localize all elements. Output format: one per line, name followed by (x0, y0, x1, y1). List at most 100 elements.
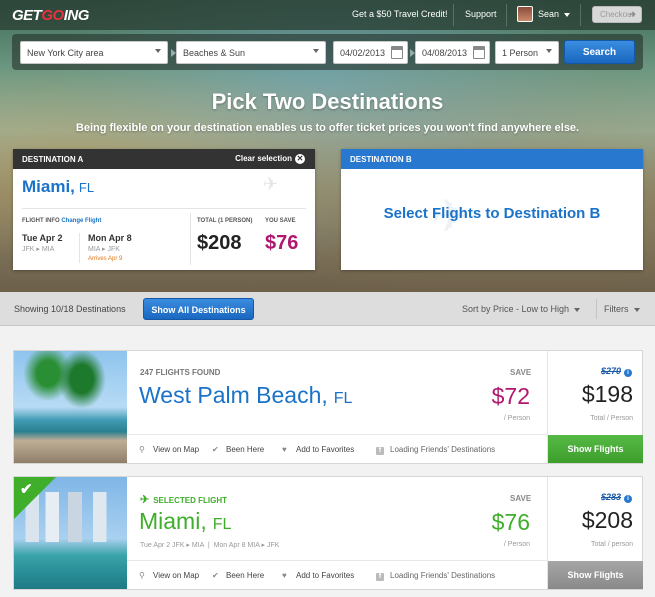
friends-destinations: f Loading Friends' Destinations (376, 445, 495, 455)
info-icon[interactable]: i (624, 495, 632, 503)
you-save-amount: $76 (265, 232, 299, 254)
destination-card: 247 FLIGHTS FOUND West Palm Beach, FL SAV… (13, 350, 643, 464)
facebook-icon: f (376, 573, 384, 581)
passengers-select[interactable]: 1 Person (495, 41, 559, 64)
add-to-favorites-link[interactable]: ♥ Add to Favorites (282, 445, 354, 454)
chevron-down-icon (564, 12, 571, 17)
calendar-icon[interactable] (391, 46, 403, 59)
divider (127, 434, 547, 435)
depart-route: JFK ▸ MIA (172, 542, 204, 549)
destination-city[interactable]: Miami, FL (139, 508, 231, 535)
price-box: $270 i $198 Total / Person Show Flights (547, 351, 643, 463)
divider (596, 299, 597, 319)
total-per-person-label: Total / Person (590, 415, 633, 422)
destination-photo[interactable] (14, 351, 127, 463)
airplane-icon: ✈ (140, 494, 150, 506)
city-name: West Palm Beach, (139, 382, 328, 408)
depart-date-value: 04/02/2013 (340, 48, 386, 58)
flight-info-label: FLIGHT INFO Change Flight (22, 218, 101, 224)
depart-date-field[interactable]: 04/02/2013 (333, 41, 408, 64)
user-name: Sean (538, 9, 560, 19)
arrow-right-icon: ➜ (628, 9, 636, 19)
state-name: FL (78, 180, 95, 195)
destination-b-panel[interactable]: DESTINATION B ✈ Select Flights to Destin… (341, 149, 643, 270)
arrival-note: Arrives Apr 9 (88, 256, 123, 262)
destination-city[interactable]: West Palm Beach, FL (139, 382, 352, 409)
view-on-map-link[interactable]: ⚲ View on Map (139, 445, 199, 454)
depart-day: Tue Apr 2 (140, 542, 171, 549)
calendar-icon[interactable] (473, 46, 485, 59)
close-icon: ✕ (295, 154, 305, 164)
filter-bar: Showing 10/18 Destinations Show All Dest… (0, 292, 655, 326)
heart-icon: ♥ (282, 571, 287, 580)
per-person-label: / Person (503, 415, 530, 422)
travel-credit-link[interactable]: Get a $50 Travel Credit! (352, 9, 448, 19)
getgoing-logo[interactable]: GETGOING (12, 7, 89, 24)
been-here-label: Been Here (226, 571, 265, 580)
checkmark-icon: ✔ (20, 481, 33, 498)
support-link[interactable]: Support (465, 9, 497, 19)
origin-select[interactable]: New York City area (20, 41, 168, 64)
destination-select[interactable]: Beaches & Sun (176, 41, 326, 64)
save-amount: $72 (491, 383, 530, 409)
view-on-map-label: View on Map (153, 571, 200, 580)
divider (506, 4, 507, 26)
original-price: $283 i (601, 492, 632, 503)
divider (580, 4, 581, 26)
been-here-link[interactable]: ✔ Been Here (212, 445, 264, 454)
destination-b-prompt: Select Flights to Destination B (383, 205, 601, 222)
city-name: Miami, (139, 508, 207, 534)
divider (190, 213, 191, 265)
show-flights-button[interactable]: Show Flights (548, 561, 643, 589)
divider (453, 4, 454, 26)
top-nav-bar: GETGOING Get a $50 Travel Credit! Suppor… (0, 0, 655, 30)
add-to-favorites-link[interactable]: ♥ Add to Favorites (282, 571, 354, 580)
user-avatar[interactable] (517, 6, 533, 22)
city-name: Miami, (22, 177, 75, 196)
destination-a-panel: DESTINATION A Clear selection ✕ Miami, FL … (13, 149, 315, 270)
search-button[interactable]: Search (564, 40, 635, 64)
info-icon[interactable]: i (624, 369, 632, 377)
clear-selection-button[interactable]: Clear selection ✕ (235, 154, 305, 164)
save-amount: $76 (491, 509, 530, 535)
per-person-label: / Person (503, 541, 530, 548)
been-here-label: Been Here (226, 445, 265, 454)
map-pin-icon: ⚲ (139, 445, 145, 454)
save-label: SAVE (510, 368, 532, 377)
flights-found: 247 FLIGHTS FOUND (140, 368, 221, 377)
add-to-favorites-label: Add to Favorites (296, 445, 355, 454)
filters-dropdown[interactable]: Filters (604, 304, 640, 314)
return-day: Mon Apr 8 (88, 233, 132, 243)
state-name: FL (212, 516, 232, 533)
destination-value: Beaches & Sun (183, 48, 246, 58)
chevron-down-icon (155, 49, 161, 53)
sort-label: Sort by Price - Low to High (462, 304, 570, 314)
return-date-field[interactable]: 04/08/2013 (415, 41, 490, 64)
user-menu[interactable]: Sean (538, 9, 571, 19)
sort-dropdown[interactable]: Sort by Price - Low to High (462, 304, 581, 314)
friends-label: Loading Friends' Destinations (390, 445, 496, 454)
view-on-map-link[interactable]: ⚲ View on Map (139, 571, 199, 580)
divider (127, 560, 547, 561)
chevron-down-icon (546, 49, 552, 53)
passengers-value: 1 Person (502, 48, 539, 58)
destination-a-header: DESTINATION A Clear selection ✕ (13, 149, 315, 169)
price-box: $283 i $208 Total / person Show Flights (547, 477, 643, 589)
you-save-label: YOU SAVE (265, 218, 296, 224)
show-all-destinations-button[interactable]: Show All Destinations (143, 298, 254, 320)
show-flights-button[interactable]: Show Flights (548, 435, 643, 463)
destination-a-city: Miami, FL (22, 177, 94, 197)
checkout-button[interactable]: Checkout ➜ (592, 6, 642, 23)
friends-destinations: f Loading Friends' Destinations (376, 571, 495, 581)
divider (22, 208, 306, 209)
return-day: Mon Apr 8 (213, 542, 246, 549)
change-flight-link[interactable]: Change Flight (61, 218, 101, 224)
destination-b-header: DESTINATION B (341, 149, 643, 169)
friends-label: Loading Friends' Destinations (390, 571, 496, 580)
origin-value: New York City area (27, 48, 104, 58)
add-to-favorites-label: Add to Favorites (296, 571, 355, 580)
state-name: FL (333, 390, 353, 407)
search-bar: New York City area Beaches & Sun 04/02/2… (12, 34, 643, 70)
been-here-link[interactable]: ✔ Been Here (212, 571, 264, 580)
check-circle-icon: ✔ (212, 571, 219, 580)
